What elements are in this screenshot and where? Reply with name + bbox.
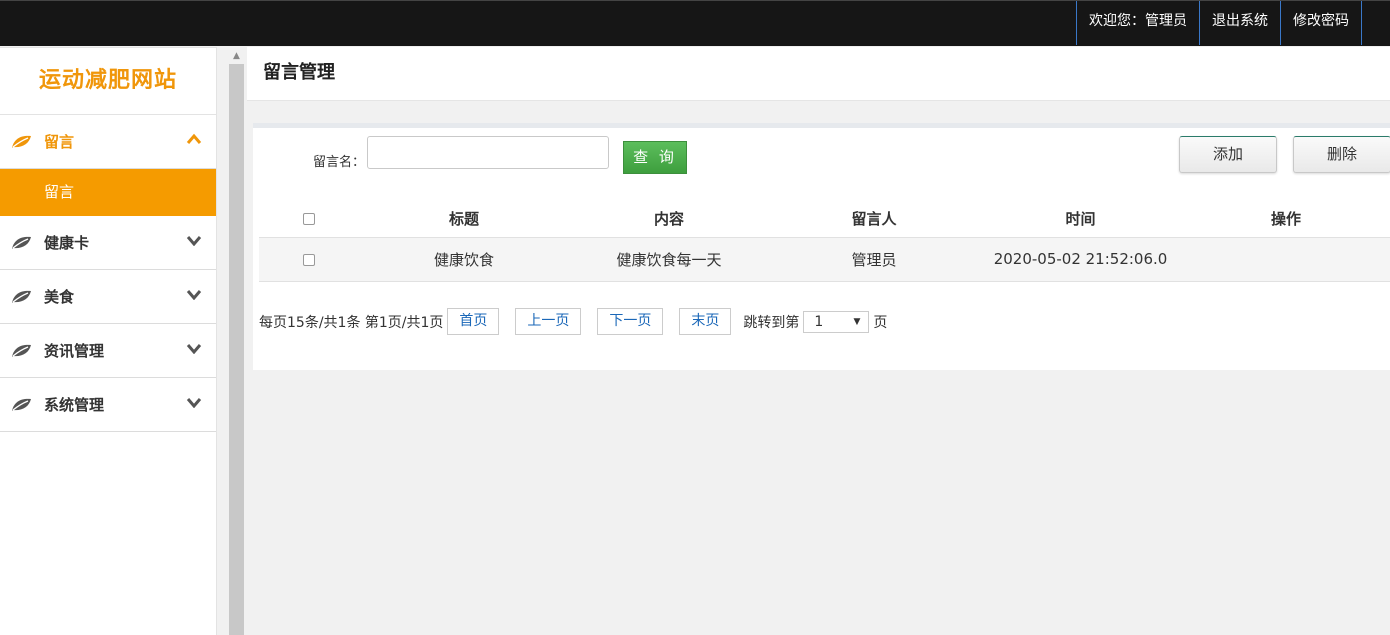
message-table: 标题 内容 留言人 时间 操作 健康饮食 健康饮食每一天 管理员 2020-05…: [259, 201, 1390, 282]
select-all-cell: [259, 201, 359, 238]
main-content: 留言管理 留言名： 查 询 添加 删除 标题 内容 留言人 时间 操作 健康饮食…: [247, 47, 1390, 635]
cell-content: 健康饮食每一天: [569, 237, 769, 282]
leaf-icon: [12, 398, 31, 411]
cell-actions: [1182, 237, 1390, 282]
leaf-icon: [12, 236, 31, 249]
sidebar-menu-message[interactable]: 留言: [0, 115, 216, 169]
last-page-button[interactable]: 末页: [679, 308, 732, 335]
sidebar-subitem-message[interactable]: 留言: [0, 169, 216, 216]
frame-scrollbar[interactable]: ▲: [229, 47, 244, 635]
sidebar-menu-label: 资讯管理: [44, 342, 105, 360]
message-name-input[interactable]: [367, 136, 609, 169]
column-header-author: 留言人: [769, 201, 979, 238]
column-header-time: 时间: [979, 201, 1182, 238]
dropdown-caret-icon: ▼: [853, 316, 861, 327]
cell-title: 健康饮食: [359, 237, 569, 282]
sidebar-menu-health-card[interactable]: 健康卡: [0, 216, 216, 270]
content-panel: 留言名： 查 询 添加 删除 标题 内容 留言人 时间 操作 健康饮食 健康饮食…: [253, 123, 1390, 370]
page-jump-select[interactable]: 1 ▼: [803, 310, 870, 333]
add-button[interactable]: 添加: [1179, 136, 1277, 173]
chevron-down-icon: [186, 236, 202, 246]
chevron-down-icon: [186, 344, 202, 354]
top-links: 欢迎您：管理员 退出系统 修改密码: [1076, 1, 1362, 45]
change-password-link[interactable]: 修改密码: [1280, 1, 1362, 45]
delete-button[interactable]: 删除: [1293, 136, 1390, 173]
jump-label: 跳转到第: [743, 314, 800, 331]
select-all-checkbox[interactable]: [303, 213, 315, 226]
sidebar-menu-system[interactable]: 系统管理: [0, 378, 216, 432]
page-unit-label: 页: [873, 314, 888, 331]
site-logo: 运动减肥网站: [0, 48, 216, 115]
logout-link[interactable]: 退出系统: [1199, 1, 1280, 45]
chevron-down-icon: [186, 290, 202, 300]
first-page-button[interactable]: 首页: [447, 308, 500, 335]
page-jump-value: 1: [814, 313, 824, 330]
top-bar: 欢迎您：管理员 退出系统 修改密码: [0, 0, 1390, 46]
column-header-title: 标题: [359, 201, 569, 238]
welcome-text: 欢迎您：管理员: [1076, 1, 1199, 45]
chevron-up-icon: [186, 133, 202, 144]
row-select-cell: [259, 237, 359, 282]
sidebar: 运动减肥网站 留言 留言 健康卡 美食 资讯管理 系统管理: [0, 47, 217, 635]
prev-page-button[interactable]: 上一页: [515, 308, 582, 335]
table-header-row: 标题 内容 留言人 时间 操作: [259, 201, 1390, 238]
sidebar-menu-news[interactable]: 资讯管理: [0, 324, 216, 378]
leaf-icon: [12, 290, 31, 303]
cell-author: 管理员: [769, 237, 979, 282]
sidebar-menu-label: 健康卡: [44, 234, 90, 252]
scroll-up-arrow-icon[interactable]: ▲: [229, 47, 244, 64]
sidebar-menu-label: 美食: [44, 288, 75, 306]
chevron-down-icon: [186, 398, 202, 408]
next-page-button[interactable]: 下一页: [597, 308, 664, 335]
leaf-icon: [12, 135, 31, 148]
search-label: 留言名：: [313, 155, 366, 170]
cell-time: 2020-05-02 21:52:06.0: [979, 237, 1182, 282]
column-header-content: 内容: [569, 201, 769, 238]
row-checkbox[interactable]: [303, 253, 315, 266]
pagination-info: 每页15条/共1条 第1页/共1页: [259, 314, 444, 331]
table-row: 健康饮食 健康饮食每一天 管理员 2020-05-02 21:52:06.0: [259, 237, 1390, 282]
leaf-icon: [12, 344, 31, 357]
sidebar-menu-food[interactable]: 美食: [0, 270, 216, 324]
page-title: 留言管理: [247, 47, 1390, 101]
pagination: 每页15条/共1条 第1页/共1页 首页 上一页 下一页 末页 跳转到第 1 ▼…: [259, 308, 887, 335]
query-button[interactable]: 查 询: [623, 141, 687, 174]
column-header-actions: 操作: [1182, 201, 1390, 238]
sidebar-menu-label: 系统管理: [44, 396, 105, 414]
sidebar-menu-label: 留言: [44, 133, 75, 151]
